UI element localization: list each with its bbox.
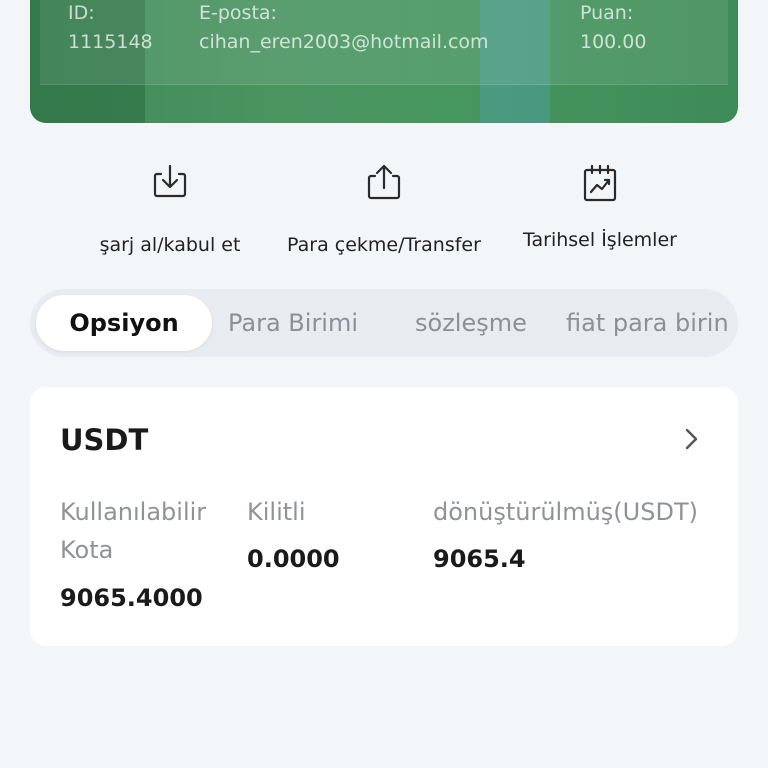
history-button[interactable]: Tarihsel İşlemler xyxy=(518,160,682,251)
tab-currency[interactable]: Para Birimi xyxy=(228,295,358,351)
deposit-button[interactable]: şarj al/kabul et xyxy=(95,160,245,256)
account-email-label: E-posta: xyxy=(199,2,277,24)
tab-options[interactable]: Opsiyon xyxy=(36,295,212,351)
deposit-label: şarj al/kabul et xyxy=(99,234,241,256)
tab-fiat-currency[interactable]: fiat para birin xyxy=(566,295,729,351)
locked-label: Kilitli xyxy=(247,498,306,526)
download-tray-icon xyxy=(153,164,187,198)
account-id-label: ID: xyxy=(68,2,95,24)
history-label: Tarihsel İşlemler xyxy=(523,229,677,251)
account-points-value: 100.00 xyxy=(580,31,647,53)
available-quota-label: Kullanılabilir Kota xyxy=(60,498,207,564)
chart-calendar-icon xyxy=(583,164,617,202)
account-points-label: Puan: xyxy=(580,2,634,24)
asset-name: USDT xyxy=(60,423,149,457)
account-card: ID: 1115148 E-posta: cihan_eren2003@hotm… xyxy=(30,0,738,123)
account-id-value: 1115148 xyxy=(68,31,153,53)
locked-value: 0.0000 xyxy=(247,545,340,573)
upload-share-icon xyxy=(367,164,401,200)
withdraw-transfer-label: Para çekme/Transfer xyxy=(287,234,481,256)
withdraw-transfer-button[interactable]: Para çekme/Transfer xyxy=(280,160,488,256)
converted-value: 9065.4 xyxy=(433,545,526,573)
tab-contract[interactable]: sözleşme xyxy=(415,295,527,351)
account-email-value: cihan_eren2003@hotmail.com xyxy=(199,31,489,53)
asset-card[interactable]: USDT Kullanılabilir Kota 9065.4000 Kilit… xyxy=(30,387,738,646)
chevron-right-icon[interactable] xyxy=(682,427,702,451)
available-quota-value: 9065.4000 xyxy=(60,584,203,612)
asset-tabs: Opsiyon Para Birimi sözleşme fiat para b… xyxy=(30,289,738,357)
converted-label: dönüştürülmüş(USDT) xyxy=(433,498,698,526)
